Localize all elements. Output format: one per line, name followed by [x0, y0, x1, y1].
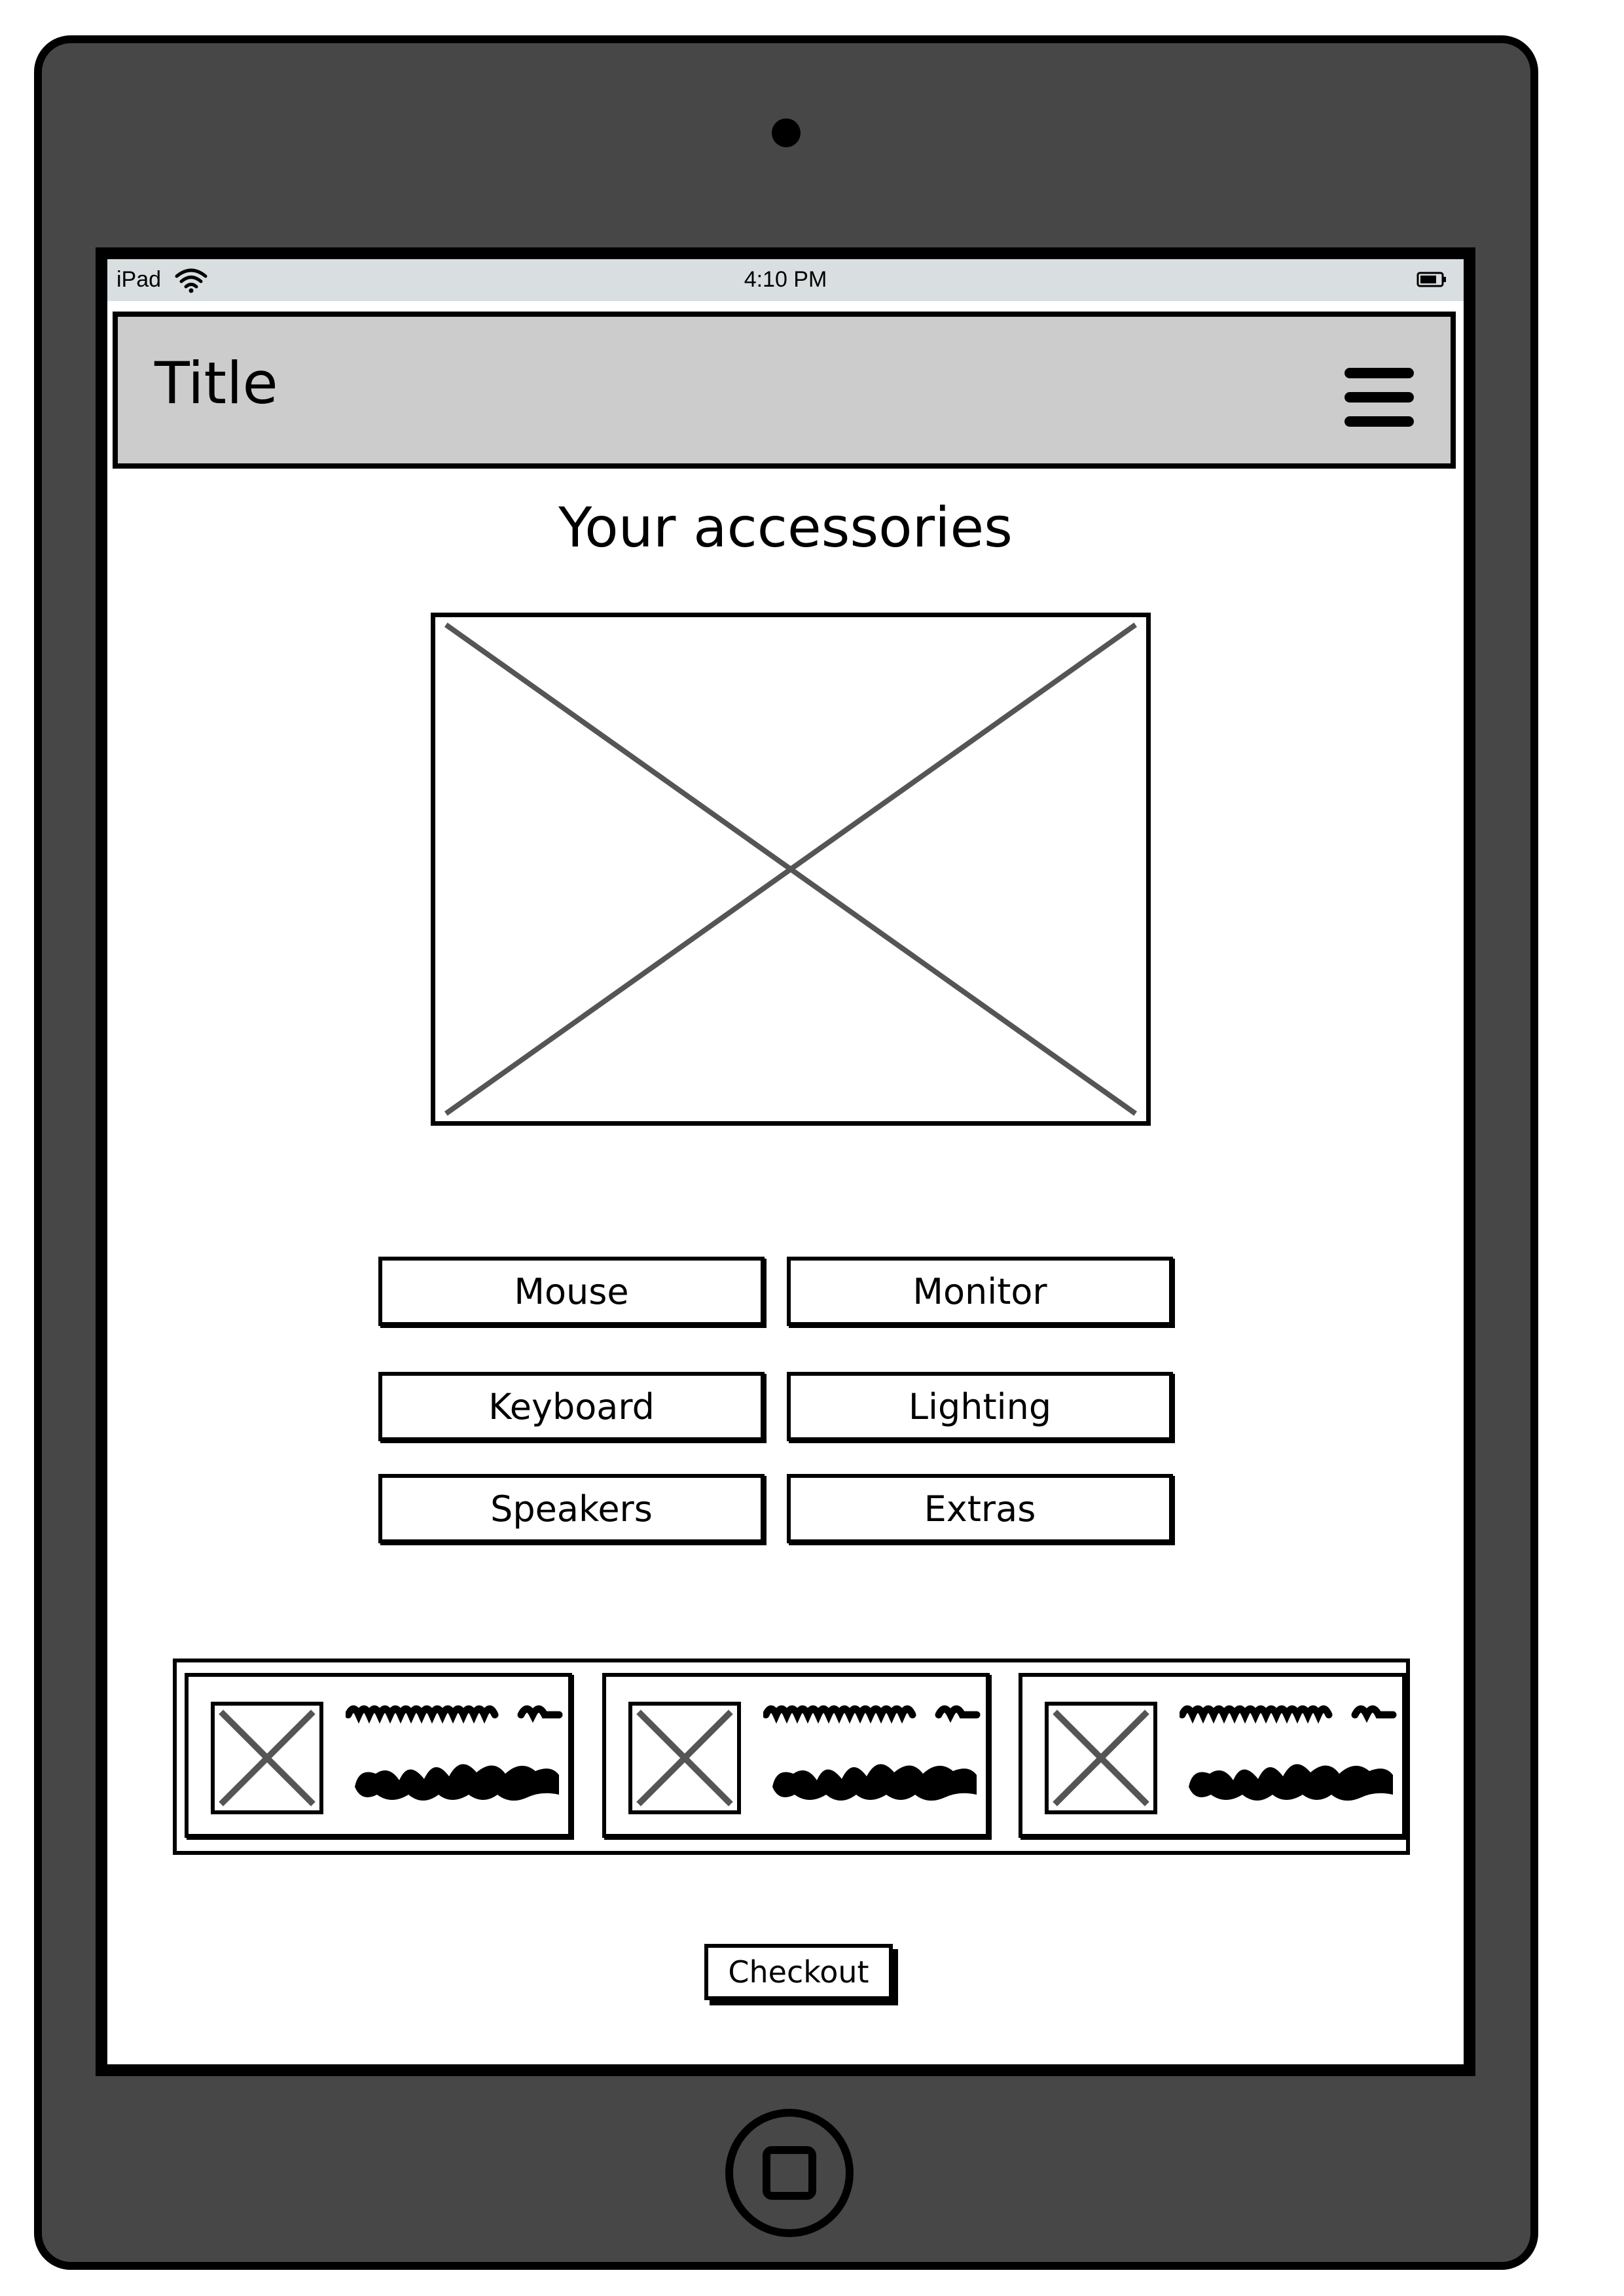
status-bar: iPad 4:10 PM — [107, 259, 1464, 301]
product-carousel — [173, 1659, 1410, 1855]
checkout-button[interactable]: Checkout — [704, 1944, 893, 2000]
card-thumbnail-placeholder — [211, 1702, 323, 1814]
category-button-extras[interactable]: Extras — [787, 1474, 1173, 1543]
text-scribble-icon — [1180, 1705, 1397, 1724]
carousel-card[interactable] — [602, 1673, 990, 1838]
category-button-speakers[interactable]: Speakers — [378, 1474, 765, 1543]
carousel-card[interactable] — [1019, 1673, 1406, 1838]
hamburger-menu-icon[interactable] — [1344, 368, 1414, 427]
app-navbar: Title — [113, 312, 1456, 469]
nav-title: Title — [154, 350, 278, 417]
battery-icon — [1416, 272, 1446, 287]
text-scribble-icon — [772, 1764, 977, 1801]
card-thumbnail-placeholder — [628, 1702, 741, 1814]
category-button-monitor[interactable]: Monitor — [787, 1257, 1173, 1326]
text-scribble-icon — [1189, 1764, 1393, 1801]
home-button-icon[interactable] — [725, 2109, 854, 2237]
hero-image-placeholder — [431, 613, 1151, 1126]
image-placeholder-icon — [219, 1710, 316, 1806]
category-button-keyboard[interactable]: Keyboard — [378, 1372, 765, 1441]
text-scribble-icon — [355, 1764, 559, 1801]
category-button-mouse[interactable]: Mouse — [378, 1257, 765, 1326]
page-heading: Your accessories — [558, 495, 1013, 560]
status-time: 4:10 PM — [744, 267, 827, 292]
image-placeholder-icon — [435, 617, 1146, 1121]
text-scribble-icon — [346, 1705, 563, 1724]
card-thumbnail-placeholder — [1045, 1702, 1157, 1814]
ipad-screen: iPad 4:10 PM Title Your accessories Mous… — [96, 247, 1475, 2076]
text-scribble-icon — [763, 1705, 981, 1724]
image-placeholder-icon — [1053, 1710, 1149, 1806]
category-button-lighting[interactable]: Lighting — [787, 1372, 1173, 1441]
home-square-icon — [763, 2146, 816, 2200]
image-placeholder-icon — [636, 1710, 733, 1806]
front-camera — [772, 118, 801, 147]
carousel-card[interactable] — [185, 1673, 572, 1838]
